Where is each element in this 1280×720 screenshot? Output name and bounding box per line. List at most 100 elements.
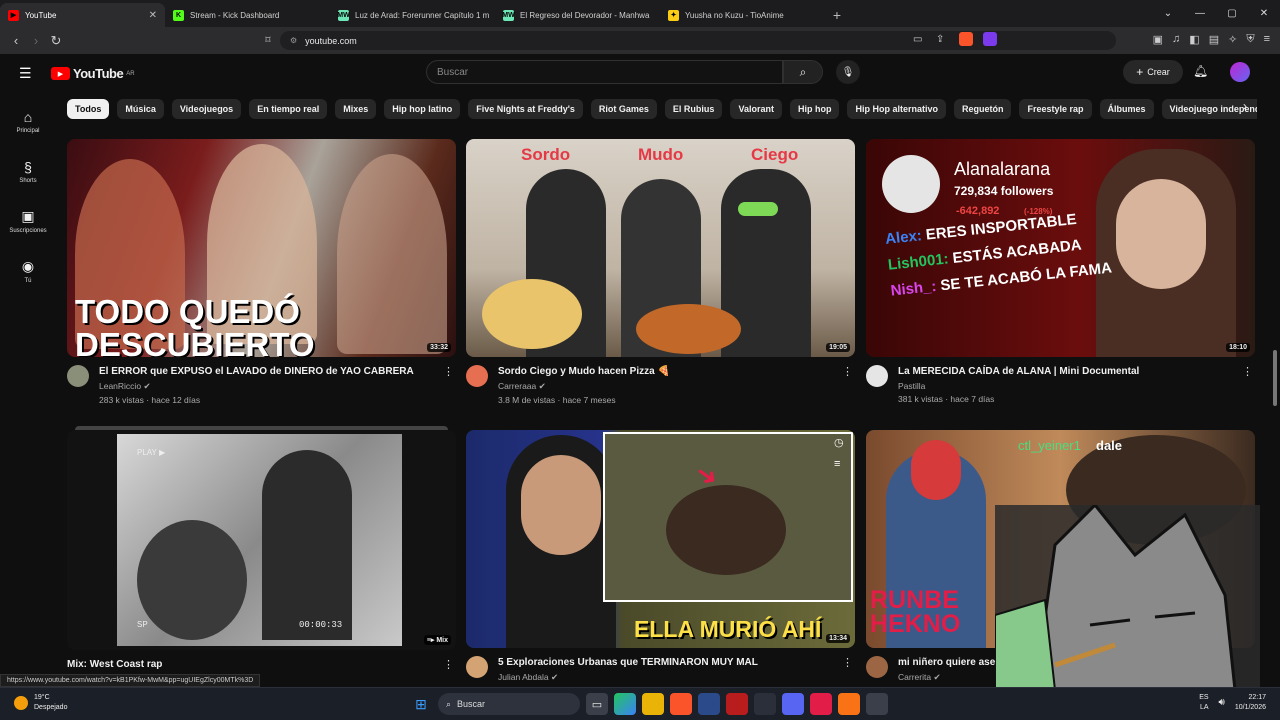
video-title[interactable]: 5 Exploraciones Urbanas que TERMINARON M… — [498, 656, 855, 669]
video-title[interactable]: Mix: West Coast rap — [67, 658, 456, 671]
vpn-icon[interactable]: ⛨ — [1246, 33, 1254, 46]
sidebar-item-suscripciones[interactable]: ▣ Suscripciones — [0, 196, 56, 246]
video-thumbnail[interactable]: PLAY ▶ SP 00:00:33 ≡▸ Mix — [67, 430, 456, 650]
more-options-icon[interactable]: ⋮ — [1242, 365, 1253, 378]
notifications-icon[interactable]: 🔔︎ — [1193, 64, 1208, 78]
brave-rewards-icon[interactable] — [983, 32, 997, 46]
voice-search-button[interactable]: 🎙 — [836, 60, 860, 84]
filter-chip[interactable]: El Rubius — [664, 99, 723, 119]
add-to-queue-icon[interactable]: ≡ — [834, 458, 840, 470]
create-button[interactable]: + Crear — [1123, 60, 1183, 84]
channel-avatar[interactable] — [866, 656, 888, 678]
browser-tab[interactable]: MW El Regreso del Devorador - Manhwa — [495, 3, 660, 27]
windows-start-icon[interactable]: ⊞ — [410, 693, 432, 715]
filter-chip[interactable]: Five Nights at Freddy's — [468, 99, 583, 119]
sidebar-item-principal[interactable]: ⌂ Principal — [0, 96, 56, 146]
video-card[interactable]: ➜ ◷ ≡ ELLA MURIÓ AHÍ 13:34 5 Exploracion… — [466, 430, 855, 683]
filter-chip[interactable]: Hip Hop alternativo — [847, 99, 946, 119]
file-explorer-icon[interactable] — [642, 693, 664, 715]
browser-tab[interactable]: ✦ Yuusha no Kuzu - TioAnime — [660, 3, 825, 27]
channel-name[interactable]: Carreraaa — [498, 381, 536, 391]
chevron-down-icon[interactable]: ⌄ — [1152, 0, 1184, 27]
valorant-icon[interactable] — [810, 693, 832, 715]
channel-avatar[interactable] — [866, 365, 888, 387]
more-options-icon[interactable]: ⋮ — [842, 656, 853, 669]
filter-chip[interactable]: Hip hop latino — [384, 99, 461, 119]
watch-later-icon[interactable]: ◷ — [834, 436, 844, 449]
video-title[interactable]: Sordo Ciego y Mudo hacen Pizza 🍕 — [498, 365, 855, 378]
sidebar-item-shorts[interactable]: § Shorts — [0, 146, 56, 196]
filter-chip[interactable]: Valorant — [730, 99, 782, 119]
minimize-button[interactable]: — — [1184, 0, 1216, 27]
bookmark-icon[interactable]: ⌑ — [258, 35, 278, 46]
more-options-icon[interactable]: ⋮ — [842, 365, 853, 378]
channel-name[interactable]: LeanRiccio — [99, 381, 141, 391]
task-view-icon[interactable]: ▭ — [586, 693, 608, 715]
video-card[interactable]: Alanalarana 729,834 followers -642,892 (… — [866, 139, 1255, 404]
close-tab-icon[interactable]: ✕ — [149, 10, 157, 21]
filter-chip[interactable]: Hip hop — [789, 99, 840, 119]
channel-name[interactable]: Julian Abdala — [498, 672, 549, 682]
filter-chip[interactable]: Todos — [67, 99, 110, 119]
copilot-icon[interactable] — [614, 693, 636, 715]
sidebar-icon[interactable]: ▣ — [1153, 33, 1163, 46]
filter-chip[interactable]: Riot Games — [590, 99, 657, 119]
app-icon[interactable] — [726, 693, 748, 715]
filter-chip[interactable]: Reguetón — [953, 99, 1012, 119]
discord-icon[interactable] — [782, 693, 804, 715]
forward-icon[interactable]: › — [26, 33, 46, 48]
weather-widget[interactable]: 19°C Despejado — [14, 693, 67, 713]
store-icon[interactable] — [698, 693, 720, 715]
channel-avatar[interactable] — [466, 365, 488, 387]
back-icon[interactable]: ‹ — [6, 33, 26, 48]
channel-name[interactable]: Pastilla — [898, 381, 925, 391]
filter-chip[interactable]: En tiempo real — [249, 99, 328, 119]
video-thumbnail[interactable]: ➜ ◷ ≡ ELLA MURIÓ AHÍ 13:34 — [466, 430, 855, 648]
volume-icon[interactable]: 🔊︎ — [1219, 698, 1225, 708]
sidebar-item-tú[interactable]: ◉ Tú — [0, 246, 56, 296]
hamburger-menu-icon[interactable]: ☰ — [19, 65, 32, 82]
new-tab-button[interactable]: + — [825, 3, 849, 27]
video-card[interactable]: TODO QUEDÓ DESCUBIERTO 33:32 El ERROR que… — [67, 139, 456, 405]
brave-shields-icon[interactable] — [959, 32, 973, 46]
video-thumbnail[interactable]: Alanalarana 729,834 followers -642,892 (… — [866, 139, 1255, 357]
site-info-icon[interactable]: ⚙ — [290, 36, 297, 45]
ai-icon[interactable]: ✧ — [1228, 33, 1237, 46]
channel-name[interactable]: Carrerita — [898, 672, 931, 682]
music-icon[interactable]: ♫ — [1172, 33, 1180, 46]
scrollbar-thumb[interactable] — [1273, 350, 1277, 406]
app-icon[interactable] — [754, 693, 776, 715]
taskbar-search[interactable]: ⌕ Buscar — [438, 693, 580, 715]
share-icon[interactable]: ⇪ — [936, 34, 944, 45]
chevron-right-icon[interactable]: › — [1243, 99, 1247, 113]
search-input[interactable]: Buscar — [426, 60, 783, 84]
panel-icon[interactable]: ◧ — [1189, 33, 1199, 46]
avatar[interactable] — [1230, 62, 1250, 82]
video-card[interactable]: Sordo Mudo Ciego 19:05 Sordo Ciego y Mud… — [466, 139, 855, 405]
close-window-button[interactable]: ✕ — [1248, 0, 1280, 27]
channel-avatar[interactable] — [466, 656, 488, 678]
video-title[interactable]: El ERROR que EXPUSO el LAVADO de DINERO … — [99, 365, 456, 378]
youtube-logo[interactable]: ▶ YouTube AR — [51, 66, 135, 81]
filter-chip[interactable]: Mixes — [335, 99, 377, 119]
search-button[interactable]: ⌕ — [783, 60, 823, 84]
browser-tab[interactable]: MW Luz de Arad: Forerunner Capítulo 1 m — [330, 3, 495, 27]
app-icon[interactable] — [838, 693, 860, 715]
video-thumbnail[interactable]: Sordo Mudo Ciego 19:05 — [466, 139, 855, 357]
maximize-button[interactable]: ▢ — [1216, 0, 1248, 27]
screen-icon[interactable]: ▭ — [913, 34, 922, 45]
filter-chip[interactable]: Videojuegos — [171, 99, 242, 119]
more-options-icon[interactable]: ⋮ — [443, 658, 454, 671]
filter-chip[interactable]: Freestyle rap — [1019, 99, 1092, 119]
video-thumbnail[interactable]: TODO QUEDÓ DESCUBIERTO 33:32 — [67, 139, 456, 357]
wallet-icon[interactable]: ▤ — [1209, 33, 1219, 46]
language-indicator[interactable]: ES — [1199, 693, 1208, 703]
menu-icon[interactable]: ≡ — [1264, 33, 1270, 46]
video-title[interactable]: La MERECIDA CAÍDA de ALANA | Mini Docume… — [898, 365, 1255, 378]
brave-browser-icon[interactable] — [670, 693, 692, 715]
more-options-icon[interactable]: ⋮ — [443, 365, 454, 378]
filter-chip[interactable]: Música — [117, 99, 164, 119]
channel-avatar[interactable] — [67, 365, 89, 387]
filter-chip[interactable]: Álbumes — [1099, 99, 1154, 119]
browser-tab[interactable]: K Stream - Kick Dashboard — [165, 3, 330, 27]
